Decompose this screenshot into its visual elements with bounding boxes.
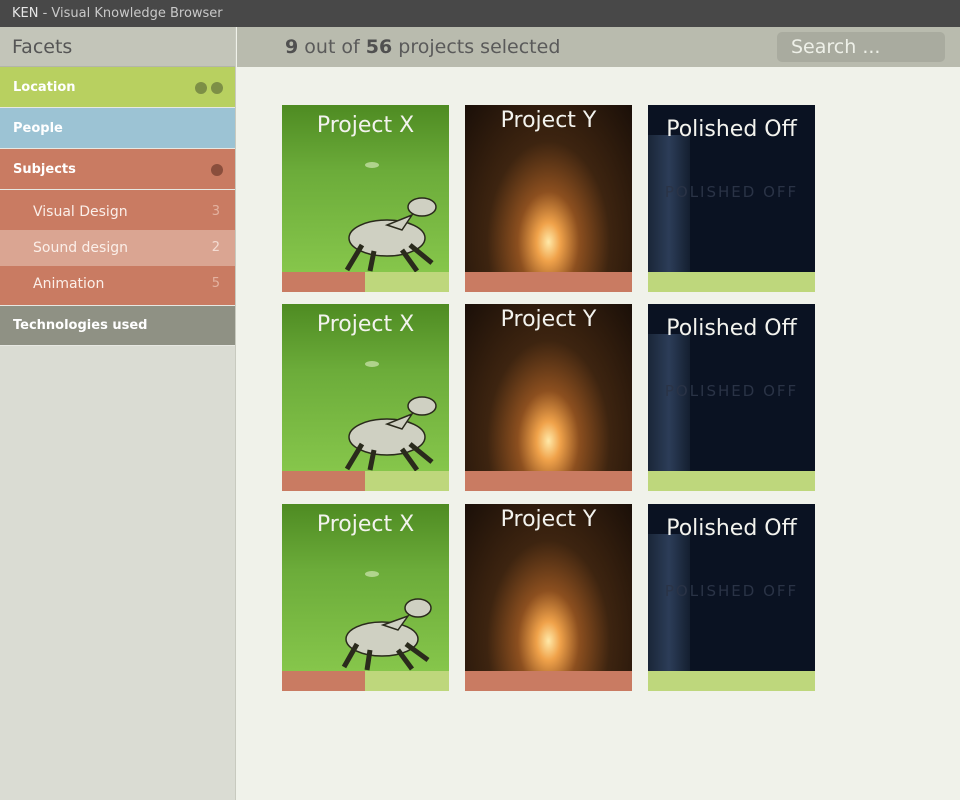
project-title: Project Y	[500, 108, 597, 133]
sheep-image	[344, 361, 437, 471]
project-card[interactable]: Project X	[282, 105, 449, 292]
facet-indicator	[211, 164, 223, 176]
bottle-image	[648, 334, 690, 471]
project-card[interactable]: Project X	[282, 504, 449, 691]
project-title: Polished Off	[666, 316, 797, 341]
subject-strip	[465, 272, 632, 292]
strip-segment	[365, 471, 449, 491]
dot-icon	[211, 164, 223, 176]
project-title: Polished Off	[666, 117, 797, 142]
sheep-image	[341, 571, 432, 671]
facet-label: Location	[13, 80, 76, 95]
subject-label: Animation	[33, 276, 105, 292]
subject-strip	[465, 471, 632, 491]
strip-segment	[465, 272, 632, 292]
project-thumbnail: Project Y	[465, 304, 632, 471]
subject-strip	[648, 671, 815, 691]
project-card[interactable]: Project X	[282, 304, 449, 491]
strip-segment	[648, 272, 815, 292]
bottle-image	[648, 534, 690, 671]
project-card[interactable]: Project Y	[465, 304, 632, 491]
facets-sidebar: Facets Location People Subjects Visual D…	[0, 27, 236, 800]
subject-strip	[648, 272, 815, 292]
strip-segment	[465, 671, 632, 691]
project-thumbnail: Project Y	[465, 105, 632, 272]
project-thumbnail: Polished Off POLISHED OFF	[648, 304, 815, 471]
project-thumbnail: Project X	[282, 105, 449, 272]
project-thumbnail: Project Y	[465, 504, 632, 671]
dot-icon	[195, 82, 207, 94]
watermark-text: POLISHED OFF	[664, 582, 799, 600]
project-card[interactable]: Polished Off POLISHED OFF	[648, 504, 815, 691]
strip-segment	[648, 471, 815, 491]
subject-strip	[465, 671, 632, 691]
strip-segment	[282, 272, 365, 292]
watermark-text: POLISHED OFF	[664, 183, 799, 201]
subject-item-visual-design[interactable]: Visual Design 3	[0, 194, 235, 230]
app-name: KEN	[12, 6, 39, 21]
facet-indicator	[195, 82, 223, 94]
strip-segment	[465, 471, 632, 491]
facet-people[interactable]: People	[0, 108, 235, 149]
project-title: Polished Off	[666, 516, 797, 541]
strip-segment	[365, 272, 449, 292]
search-input[interactable]	[777, 32, 945, 62]
facets-header: Facets	[0, 27, 235, 67]
project-thumbnail: Polished Off POLISHED OFF	[648, 504, 815, 671]
project-card[interactable]: Project Y	[465, 504, 632, 691]
subject-count: 3	[211, 204, 220, 219]
strip-segment	[282, 471, 365, 491]
subject-list: Visual Design 3 Sound design 2 Animation…	[0, 190, 235, 306]
project-card[interactable]: Project Y	[465, 105, 632, 292]
strip-segment	[648, 671, 815, 691]
sheep-image	[344, 162, 437, 272]
project-card[interactable]: Polished Off POLISHED OFF	[648, 304, 815, 491]
project-thumbnail: Project X	[282, 504, 449, 671]
bottle-image	[648, 135, 690, 272]
project-card[interactable]: Polished Off POLISHED OFF	[648, 105, 815, 292]
project-title: Project Y	[500, 507, 597, 532]
subject-strip	[282, 272, 449, 292]
subject-count: 5	[211, 276, 220, 291]
app-subtitle: - Visual Knowledge Browser	[38, 6, 223, 21]
total-count: 56	[365, 36, 393, 58]
project-thumbnail: Polished Off POLISHED OFF	[648, 105, 815, 272]
subject-label: Visual Design	[33, 204, 128, 220]
subject-strip	[648, 471, 815, 491]
strip-segment	[365, 671, 449, 691]
title-bar: KEN - Visual Knowledge Browser	[0, 0, 960, 27]
facet-location[interactable]: Location	[0, 67, 235, 108]
out-of-text: out of	[298, 36, 366, 58]
selection-summary: 9 out of 56 projects selected	[285, 27, 560, 68]
facet-subjects[interactable]: Subjects	[0, 149, 235, 190]
selected-count: 9	[285, 36, 299, 58]
facet-technologies[interactable]: Technologies used	[0, 306, 235, 346]
facet-label: Technologies used	[13, 318, 148, 333]
subject-item-sound-design[interactable]: Sound design 2	[0, 230, 235, 266]
subject-strip	[282, 671, 449, 691]
results-header: 9 out of 56 projects selected	[237, 27, 960, 67]
facet-label: Subjects	[13, 162, 76, 177]
strip-segment	[282, 671, 365, 691]
summary-suffix: projects selected	[392, 36, 561, 58]
subject-label: Sound design	[33, 240, 128, 256]
subject-strip	[282, 471, 449, 491]
watermark-text: POLISHED OFF	[664, 382, 799, 400]
facet-label: People	[13, 121, 63, 136]
project-title: Project Y	[500, 307, 597, 332]
subject-count: 2	[211, 240, 220, 255]
project-thumbnail: Project X	[282, 304, 449, 471]
subject-item-animation[interactable]: Animation 5	[0, 266, 235, 302]
dot-icon	[211, 82, 223, 94]
